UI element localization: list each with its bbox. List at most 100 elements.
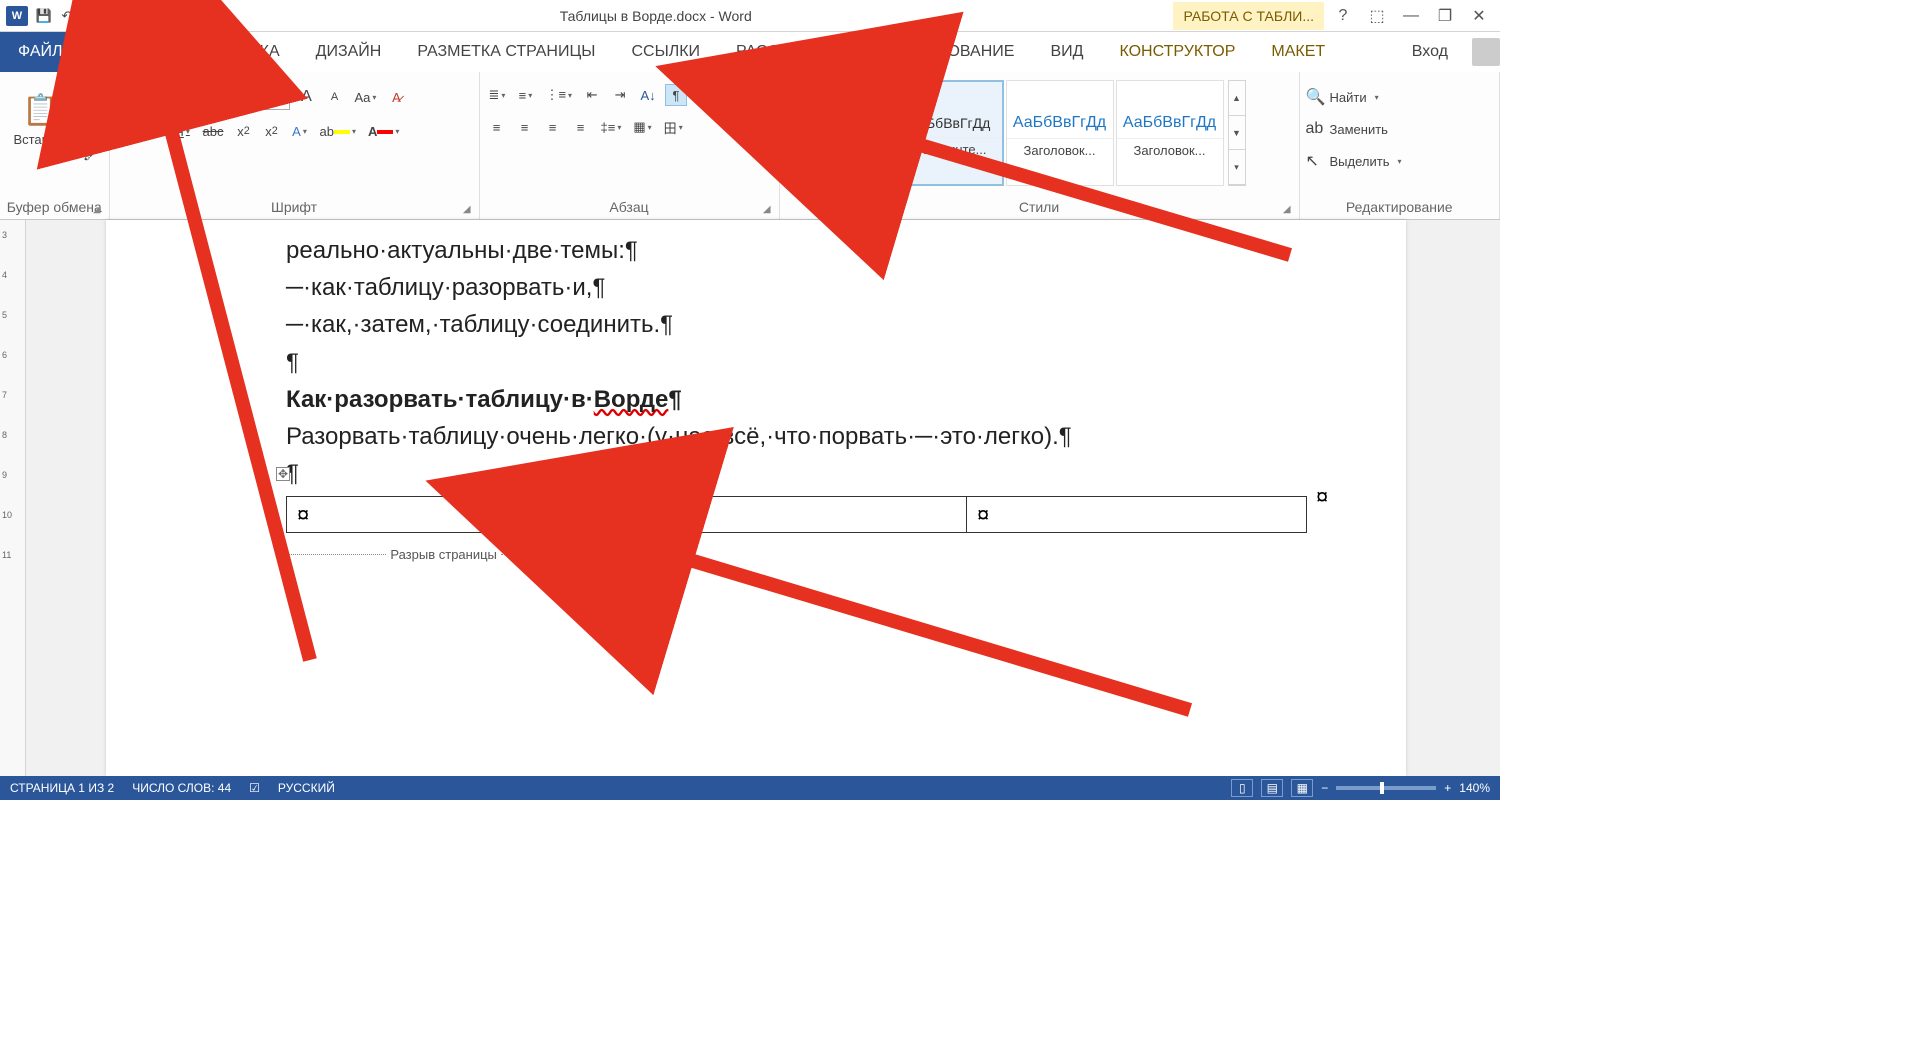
font-family-combo[interactable]: Calibri (Осно▾ bbox=[116, 84, 236, 110]
tab-file[interactable]: ФАЙЛ bbox=[0, 32, 80, 72]
status-word-count[interactable]: ЧИСЛО СЛОВ: 44 bbox=[132, 781, 231, 795]
text-line[interactable]: ─·как·таблицу·разорвать·и,¶ bbox=[286, 269, 1406, 306]
status-language[interactable]: РУССКИЙ bbox=[278, 781, 335, 795]
numbering-icon[interactable]: ≡▾ bbox=[514, 84, 536, 106]
tab-mailings[interactable]: РАССЫЛКИ bbox=[718, 32, 843, 72]
styles-gallery[interactable]: АаБбВвГгДд ный АаБбВвГгДд ¶ Без инте... … bbox=[786, 76, 1246, 186]
table-row[interactable]: ¤ ¤ ¤ bbox=[287, 497, 1307, 533]
dialog-launcher-icon[interactable]: ◢ bbox=[93, 204, 101, 215]
font-color-icon[interactable]: A▾ bbox=[365, 120, 402, 142]
zoom-slider[interactable] bbox=[1336, 786, 1436, 790]
tab-references[interactable]: ССЫЛКИ bbox=[613, 32, 718, 72]
zoom-in-icon[interactable]: + bbox=[1444, 781, 1451, 795]
zoom-out-icon[interactable]: − bbox=[1321, 781, 1328, 795]
multilevel-list-icon[interactable]: ⋮≡▾ bbox=[542, 84, 575, 106]
select-button[interactable]: ↖Выделить▾ bbox=[1306, 146, 1402, 176]
highlight-color-icon[interactable]: ab▾ bbox=[316, 120, 358, 142]
find-button[interactable]: 🔍Найти▾ bbox=[1306, 82, 1379, 112]
grow-font-icon[interactable]: A bbox=[296, 86, 318, 108]
copy-icon[interactable]: ⧉ bbox=[80, 115, 103, 137]
tab-table-layout[interactable]: МАКЕТ bbox=[1253, 32, 1343, 72]
text-line[interactable]: ─·как,·затем,·таблицу·соединить.¶ bbox=[286, 306, 1406, 343]
tab-insert[interactable]: ВСТАВКА bbox=[190, 32, 298, 72]
text-line[interactable]: ¶ bbox=[286, 455, 1406, 492]
qat-customize-icon[interactable]: ▾ bbox=[112, 6, 132, 26]
style-gallery-scrollbar[interactable]: ▲ ▼ ▾ bbox=[1228, 80, 1246, 186]
ruler-tick: 6 bbox=[2, 350, 7, 360]
shading-icon[interactable]: ▦▾ bbox=[630, 116, 654, 138]
style-normal[interactable]: АаБбВвГгДд ный bbox=[786, 80, 894, 186]
dialog-launcher-icon[interactable]: ◢ bbox=[463, 204, 471, 215]
document-table[interactable]: ¤ ¤ ¤ bbox=[286, 496, 1307, 533]
status-spellcheck-icon[interactable]: ☑ bbox=[249, 781, 260, 795]
save-icon[interactable]: 💾 bbox=[34, 6, 54, 26]
replace-button[interactable]: abЗаменить bbox=[1306, 114, 1388, 144]
shrink-font-icon[interactable]: A bbox=[324, 86, 346, 108]
print-layout-icon[interactable]: ▤ bbox=[1261, 779, 1283, 797]
scroll-up-icon[interactable]: ▲ bbox=[1229, 81, 1245, 116]
change-case-icon[interactable]: Aa▾ bbox=[352, 86, 380, 108]
font-size-combo[interactable]: 14▾ bbox=[242, 84, 290, 110]
tab-page-layout[interactable]: РАЗМЕТКА СТРАНИЦЫ bbox=[399, 32, 613, 72]
align-center-icon[interactable]: ≡ bbox=[514, 116, 536, 138]
table-move-handle-icon[interactable]: ✥ bbox=[276, 467, 290, 481]
restore-icon[interactable]: ❐ bbox=[1430, 4, 1460, 28]
style-heading2[interactable]: АаБбВвГгДд Заголовок... bbox=[1116, 80, 1224, 186]
tab-home[interactable]: ГЛАВНАЯ bbox=[80, 32, 189, 72]
decrease-indent-icon[interactable]: ⇤ bbox=[581, 84, 603, 106]
borders-icon[interactable]: 田▾ bbox=[661, 116, 686, 138]
minimize-icon[interactable]: ― bbox=[1396, 4, 1426, 28]
tab-review[interactable]: РЕЦЕНЗИРОВАНИЕ bbox=[843, 32, 1033, 72]
clear-format-icon[interactable]: A̷ bbox=[385, 86, 407, 108]
italic-button[interactable]: К bbox=[144, 120, 166, 142]
gallery-expand-icon[interactable]: ▾ bbox=[1229, 150, 1245, 185]
close-icon[interactable]: ✕ bbox=[1464, 4, 1494, 28]
show-pilcrow-button[interactable]: ¶ bbox=[665, 84, 687, 106]
table-cell[interactable]: ¤ bbox=[287, 497, 627, 533]
align-left-icon[interactable]: ≡ bbox=[486, 116, 508, 138]
text-line[interactable]: реально·актуальны·две·темы:¶ bbox=[286, 232, 1406, 269]
line-spacing-icon[interactable]: ‡≡▾ bbox=[598, 116, 625, 138]
scroll-down-icon[interactable]: ▼ bbox=[1229, 116, 1245, 151]
subscript-button[interactable]: x2 bbox=[232, 120, 254, 142]
group-label-styles: Стили◢ bbox=[786, 197, 1293, 217]
document-content[interactable]: реально·актуальны·две·темы:¶ ─·как·табли… bbox=[106, 232, 1406, 492]
signin-link[interactable]: Вход bbox=[1394, 43, 1466, 61]
zoom-level[interactable]: 140% bbox=[1459, 781, 1490, 795]
style-heading1[interactable]: АаБбВвГгДд Заголовок... bbox=[1006, 80, 1114, 186]
dialog-launcher-icon[interactable]: ◢ bbox=[763, 204, 771, 215]
redo-icon[interactable]: ↷ bbox=[86, 6, 106, 26]
strikethrough-button[interactable]: abc bbox=[200, 120, 227, 142]
format-painter-icon[interactable]: 🖌 bbox=[80, 143, 103, 165]
text-effects-icon[interactable]: A▾ bbox=[288, 120, 310, 142]
bullets-icon[interactable]: ≣▾ bbox=[486, 84, 509, 106]
superscript-button[interactable]: x2 bbox=[260, 120, 282, 142]
web-layout-icon[interactable]: ▦ bbox=[1291, 779, 1313, 797]
style-no-spacing[interactable]: АаБбВвГгДд ¶ Без инте... bbox=[896, 80, 1004, 186]
table-cell[interactable]: ¤ bbox=[627, 497, 967, 533]
increase-indent-icon[interactable]: ⇥ bbox=[609, 84, 631, 106]
underline-button[interactable]: Ч▾ bbox=[172, 120, 194, 142]
tab-view[interactable]: ВИД bbox=[1032, 32, 1101, 72]
ribbon-options-icon[interactable]: ⬚ bbox=[1362, 4, 1392, 28]
align-right-icon[interactable]: ≡ bbox=[542, 116, 564, 138]
status-page[interactable]: СТРАНИЦА 1 ИЗ 2 bbox=[10, 781, 114, 795]
help-icon[interactable]: ? bbox=[1328, 4, 1358, 28]
text-line[interactable]: Разорвать·таблицу·очень·легко·(у·нас·всё… bbox=[286, 418, 1406, 455]
user-avatar-icon[interactable] bbox=[1472, 38, 1500, 66]
tab-design[interactable]: ДИЗАЙН bbox=[298, 32, 400, 72]
text-line[interactable]: ¶ bbox=[286, 344, 1406, 381]
justify-icon[interactable]: ≡ bbox=[570, 116, 592, 138]
heading-line[interactable]: Как·разорвать·таблицу·в·Ворде¶ bbox=[286, 381, 1406, 418]
dialog-launcher-icon[interactable]: ◢ bbox=[1283, 204, 1291, 215]
bold-button[interactable]: Ж bbox=[116, 120, 138, 142]
tab-constructor[interactable]: КОНСТРУКТОР bbox=[1101, 32, 1253, 72]
vertical-ruler[interactable]: 3 4 5 6 7 8 9 10 11 bbox=[0, 220, 26, 776]
table-cell[interactable]: ¤ bbox=[967, 497, 1307, 533]
read-mode-icon[interactable]: ▯ bbox=[1231, 779, 1253, 797]
cut-icon[interactable]: ✂ bbox=[80, 87, 103, 109]
undo-icon[interactable]: ↶▾ bbox=[60, 6, 80, 26]
sort-icon[interactable]: A↓ bbox=[637, 84, 659, 106]
document-page[interactable]: реально·актуальны·две·темы:¶ ─·как·табли… bbox=[106, 220, 1406, 776]
paste-button[interactable]: 📋 Вставить ▾ bbox=[6, 76, 76, 176]
